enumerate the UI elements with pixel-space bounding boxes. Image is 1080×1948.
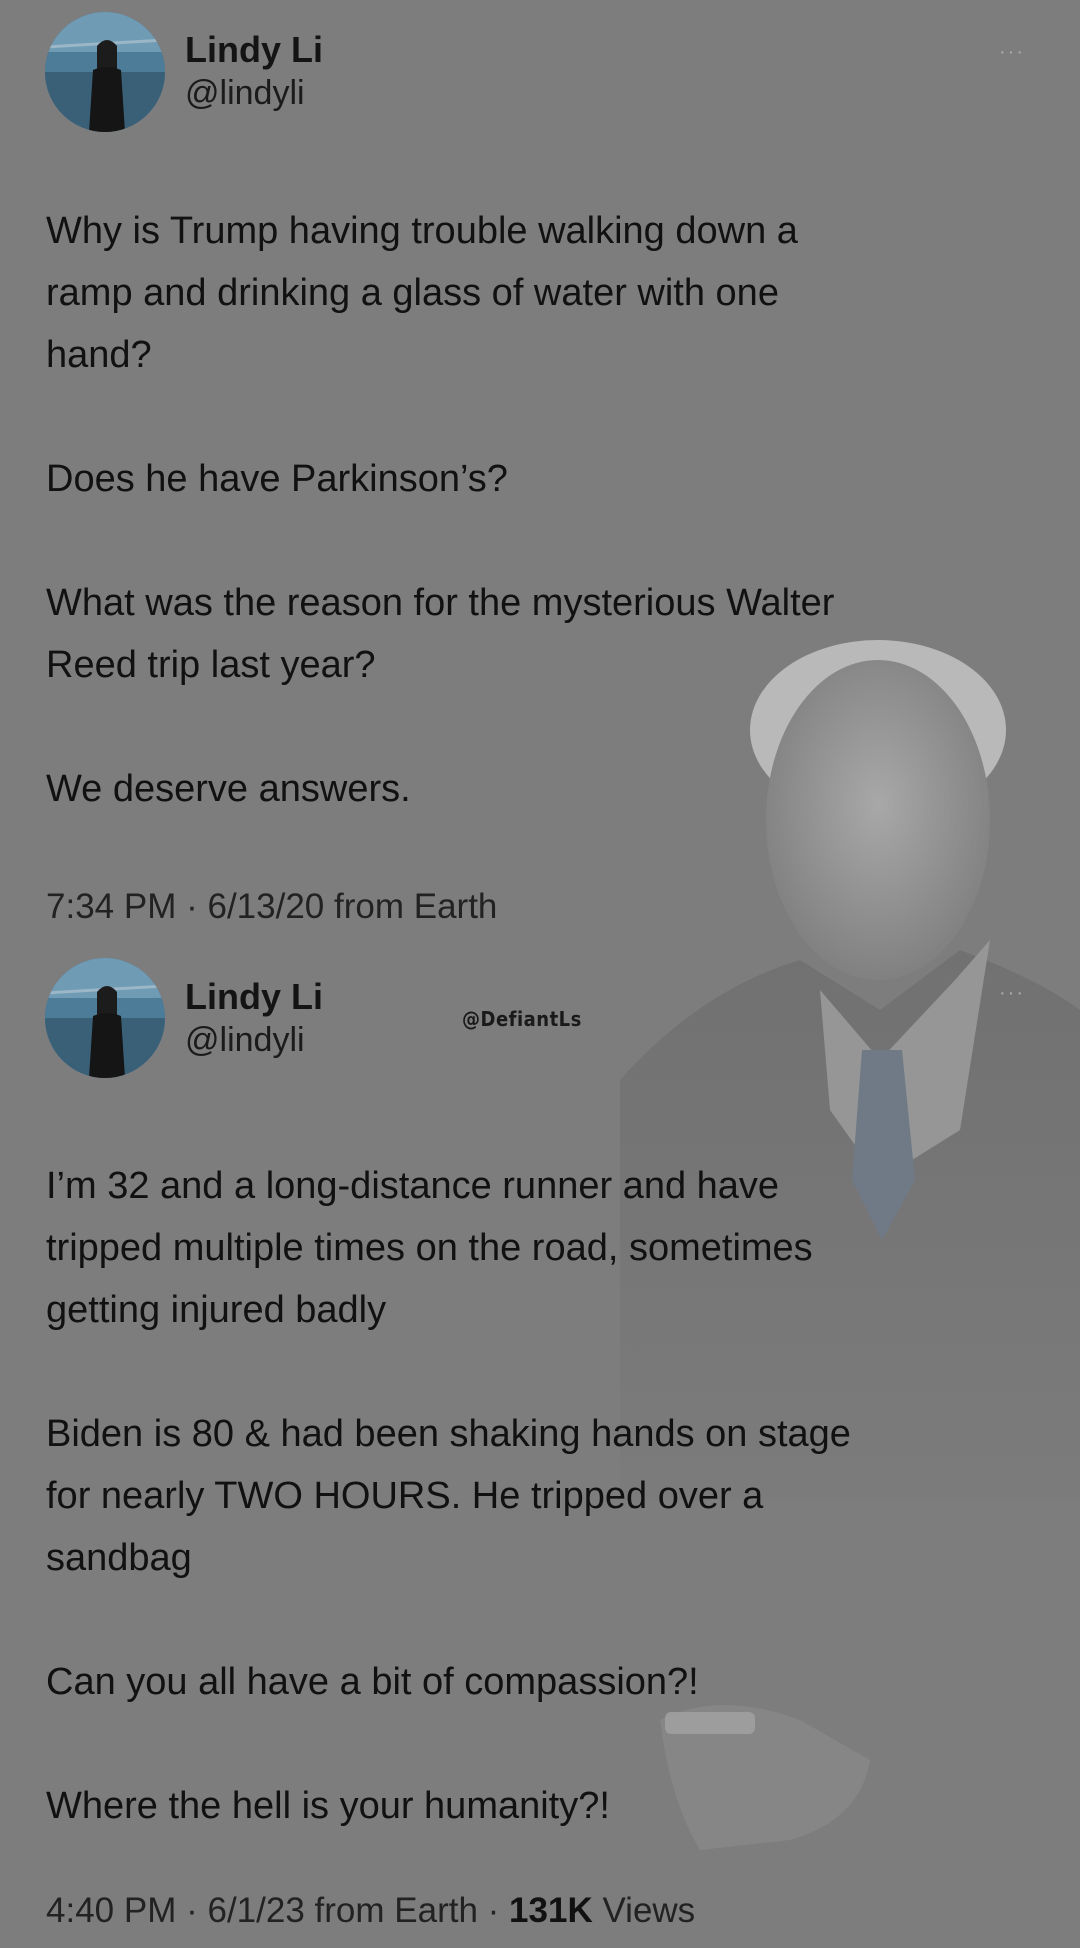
display-name[interactable]: Lindy Li <box>185 28 323 72</box>
tweet-text: I’m 32 and a long-distance runner and ha… <box>46 1155 1036 1837</box>
avatar[interactable] <box>45 12 165 132</box>
tweet-time[interactable]: 4:40 PM <box>46 1891 176 1930</box>
avatar[interactable] <box>45 958 165 1078</box>
tweet-text: Why is Trump having trouble walking down… <box>46 200 1036 820</box>
screenshot-page: Lindy Li @lindyli ··· Why is Trump havin… <box>0 0 1080 1948</box>
avatar-image <box>45 12 165 132</box>
author-info: Lindy Li @lindyli <box>185 975 323 1061</box>
tweet-meta: 7:34 PM · 6/13/20 from Earth <box>46 885 497 929</box>
tweet-source: from Earth <box>334 887 498 926</box>
tweet-paragraph: I’m 32 and a long-distance runner and ha… <box>46 1165 813 1331</box>
tweet-paragraph: Where the hell is your humanity?! <box>46 1785 610 1827</box>
tweet-paragraph: Biden is 80 & had been shaking hands on … <box>46 1413 851 1579</box>
author-info: Lindy Li @lindyli <box>185 28 323 114</box>
meta-separator: · <box>186 1891 198 1930</box>
tweet-paragraph: Can you all have a bit of compassion?! <box>46 1661 699 1703</box>
user-handle[interactable]: @lindyli <box>185 1019 323 1061</box>
tweet-date[interactable]: 6/13/20 <box>207 887 324 926</box>
tweet-paragraph: Does he have Parkinson’s? <box>46 458 508 500</box>
display-name[interactable]: Lindy Li <box>185 975 323 1019</box>
user-handle[interactable]: @lindyli <box>185 72 323 114</box>
meta-separator: · <box>487 1891 500 1930</box>
tweet-paragraph: We deserve answers. <box>46 768 411 810</box>
watermark: @DefiantLs <box>462 1007 582 1031</box>
tweet-paragraph: Why is Trump having trouble walking down… <box>46 210 798 376</box>
more-dots-icon[interactable]: ··· <box>999 42 1025 62</box>
tweet-time[interactable]: 7:34 PM <box>46 887 176 926</box>
tweet-meta: 4:40 PM · 6/1/23 from Earth · 131K Views <box>46 1889 695 1933</box>
meta-separator: · <box>186 887 198 926</box>
tweet-source: from Earth <box>314 1891 478 1930</box>
avatar-image <box>45 958 165 1078</box>
more-dots-icon[interactable]: ··· <box>999 983 1025 1003</box>
tweet-paragraph: What was the reason for the mysterious W… <box>46 582 835 686</box>
views-count[interactable]: 131K <box>509 1891 593 1930</box>
tweet-card[interactable]: Lindy Li @lindyli ··· Why is Trump havin… <box>0 0 1080 960</box>
tweet-card[interactable]: Lindy Li @lindyli ··· I’m 32 and a long-… <box>0 955 1080 1948</box>
views-label: Views <box>602 1891 696 1930</box>
tweet-date[interactable]: 6/1/23 <box>207 1891 304 1930</box>
